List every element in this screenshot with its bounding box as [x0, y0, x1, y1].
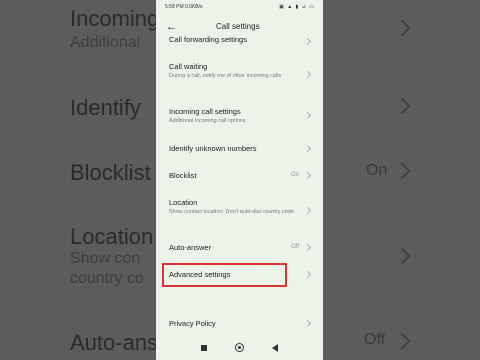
bg-sub: country co	[70, 270, 144, 287]
chevron-right-icon	[393, 19, 411, 37]
back-icon[interactable]	[272, 344, 278, 352]
settings-item-auto-answer[interactable]: Auto-answer Off	[169, 243, 315, 252]
status-time: 5:58 PM 0.0KB/s	[165, 4, 203, 10]
item-description: Additional incoming call options	[169, 118, 246, 124]
item-description: Show contact location. Don't auto-dial c…	[169, 209, 294, 215]
chevron-right-icon	[303, 206, 312, 215]
bg-value: Off	[364, 331, 386, 348]
bg-label: Location	[70, 224, 154, 249]
chevron-right-icon	[393, 162, 411, 180]
bg-label: Identify	[70, 95, 141, 120]
bg-value: On	[366, 162, 388, 179]
bg-sub: Additional	[70, 34, 141, 51]
settings-item-call-forwarding[interactable]: Call forwarding settings	[169, 35, 315, 46]
chevron-right-icon	[303, 70, 312, 79]
highlight-box	[162, 263, 287, 287]
settings-item-location[interactable]: Location Show contact location. Don't au…	[169, 198, 315, 216]
item-label: Identify unknown numbers	[169, 144, 257, 153]
chevron-right-icon	[393, 247, 411, 265]
bg-label: Blocklist	[70, 160, 151, 185]
item-label: Call forwarding settings	[169, 35, 247, 44]
back-arrow-icon[interactable]: ←	[166, 21, 177, 33]
settings-item-incoming-call[interactable]: Incoming call settings Additional incomi…	[169, 107, 315, 125]
bg-sub: Show con	[70, 250, 141, 267]
status-bar: 5:58 PM 0.0KB/s ▣ ▲ ▮ ⊿ ▭	[156, 0, 323, 14]
chevron-right-icon	[393, 332, 411, 350]
settings-item-privacy-policy[interactable]: Privacy Policy	[169, 319, 315, 328]
item-label: Location	[169, 198, 198, 207]
status-icons: ▣ ▲ ▮ ⊿ ▭	[279, 4, 315, 10]
settings-item-call-waiting[interactable]: Call waiting During a call, notify me of…	[169, 62, 315, 80]
home-icon[interactable]	[235, 343, 244, 352]
bg-label: Auto-ans	[70, 330, 159, 355]
settings-item-blocklist[interactable]: Blocklist On	[169, 171, 315, 180]
item-value: Off	[291, 244, 299, 250]
chevron-right-icon	[393, 97, 411, 115]
item-description: During a call, notify me of other incomi…	[169, 73, 282, 79]
phone-screen: 5:58 PM 0.0KB/s ▣ ▲ ▮ ⊿ ▭ ← Call setting…	[156, 0, 323, 360]
bg-label: Incoming	[70, 6, 160, 31]
recents-icon[interactable]	[201, 345, 207, 351]
page-title: Call settings	[216, 22, 260, 31]
item-value: On	[290, 172, 299, 178]
item-label: Call waiting	[169, 62, 208, 71]
item-label: Incoming call settings	[169, 107, 241, 116]
settings-item-identify-unknown[interactable]: Identify unknown numbers	[169, 144, 315, 153]
navigation-bar	[156, 338, 323, 360]
item-label: Privacy Policy	[169, 319, 216, 328]
